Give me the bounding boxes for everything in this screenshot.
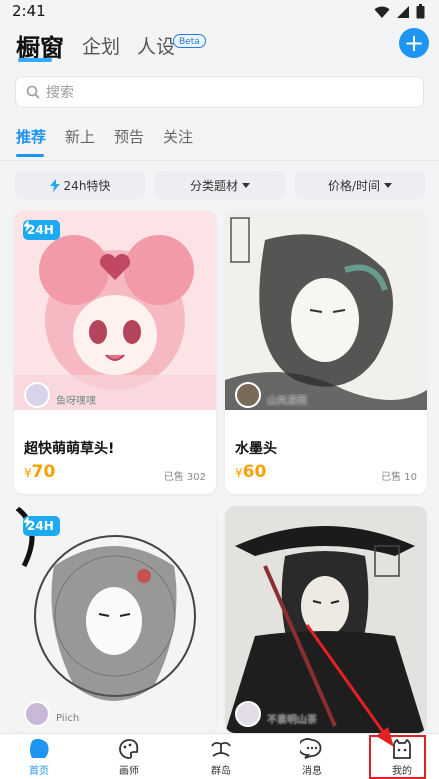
annotation-arrow xyxy=(305,624,394,747)
annotation-highlight-box xyxy=(369,735,426,779)
